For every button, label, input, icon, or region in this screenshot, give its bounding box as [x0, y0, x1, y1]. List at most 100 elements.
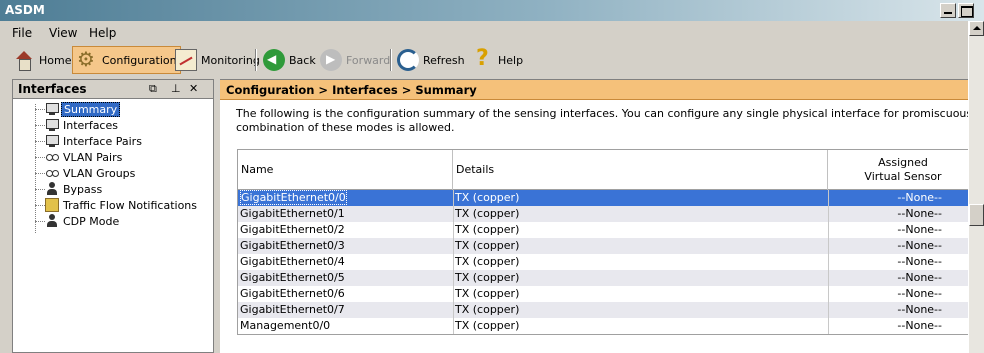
cell-virtual-sensor: --None--	[897, 303, 942, 316]
tree-item-bypass[interactable]: Bypass	[35, 181, 104, 197]
menu-file[interactable]: File	[12, 26, 32, 40]
cell-details: TX (copper)	[455, 191, 520, 204]
home-label: Home	[39, 53, 72, 67]
back-button[interactable]: Back	[260, 46, 319, 74]
cell-details: TX (copper)	[455, 207, 520, 220]
cell-name: Management0/0	[240, 319, 331, 332]
cell-name: GigabitEthernet0/0	[240, 190, 347, 205]
pin-icon[interactable]: ⊥	[171, 82, 181, 95]
monitoring-label: Monitoring	[201, 53, 260, 67]
table-row[interactable]: Management0/0 TX (copper) --None--	[238, 318, 968, 334]
cell-name: GigabitEthernet0/7	[240, 303, 345, 316]
refresh-button[interactable]: Refresh	[394, 46, 468, 74]
tree-item-label: Summary	[61, 101, 121, 117]
tree-item-vlan-pairs[interactable]: VLAN Pairs	[35, 149, 124, 165]
vertical-scrollbar[interactable]	[968, 21, 984, 353]
person-icon	[45, 214, 59, 228]
back-label: Back	[289, 53, 316, 67]
cell-details: TX (copper)	[455, 223, 520, 236]
configuration-button[interactable]: Configuration	[72, 46, 181, 74]
menu-help[interactable]: Help	[89, 26, 116, 40]
tree-item-interface-pairs[interactable]: Interface Pairs	[35, 133, 144, 149]
breadcrumb: Configuration > Interfaces > Summary	[226, 83, 477, 97]
column-divider	[453, 302, 454, 318]
tree-item-summary[interactable]: Summary	[35, 101, 121, 117]
column-header-name[interactable]: Name	[238, 150, 453, 190]
cell-name: GigabitEthernet0/6	[240, 287, 345, 300]
table-row[interactable]: GigabitEthernet0/4 TX (copper) --None--	[238, 254, 968, 270]
home-icon	[13, 49, 35, 71]
help-label: Help	[498, 53, 524, 67]
forward-arrow-icon	[320, 49, 342, 71]
monitor-person-icon	[45, 118, 59, 132]
cell-details: TX (copper)	[455, 271, 520, 284]
monitoring-button[interactable]: Monitoring	[172, 46, 263, 74]
app-shell: File View Help Home Configuration Monito…	[0, 21, 984, 353]
configuration-label: Configuration	[102, 53, 177, 67]
cell-virtual-sensor: --None--	[897, 287, 942, 300]
tree-item-traffic-flow-notifications[interactable]: Traffic Flow Notifications	[35, 197, 199, 213]
flow-icon	[45, 198, 59, 212]
tree-item-vlan-groups[interactable]: VLAN Groups	[35, 165, 137, 181]
tree-item-cdp-mode[interactable]: CDP Mode	[35, 213, 121, 229]
cell-details: TX (copper)	[455, 239, 520, 252]
menu-view[interactable]: View	[49, 26, 77, 40]
tree-item-label: VLAN Pairs	[63, 150, 123, 164]
table-row[interactable]: GigabitEthernet0/6 TX (copper) --None--	[238, 286, 968, 302]
cell-name: GigabitEthernet0/3	[240, 239, 345, 252]
page-description: The following is the configuration summa…	[236, 107, 968, 135]
help-icon	[472, 46, 494, 71]
description-line: The following is the configuration summa…	[236, 107, 968, 120]
interfaces-panel: Interfaces ⧉ ⊥ ✕ Summary Interfaces Inte…	[12, 79, 214, 353]
cell-details: TX (copper)	[455, 319, 520, 332]
content-panel: Configuration > Interfaces > Summary The…	[220, 79, 968, 353]
panel-title: Interfaces	[18, 82, 87, 96]
scroll-thumb[interactable]	[969, 204, 984, 226]
tree-item-interfaces[interactable]: Interfaces	[35, 117, 120, 133]
toolbar-separator	[390, 49, 392, 71]
tree-item-label: VLAN Groups	[63, 166, 136, 180]
cell-details: TX (copper)	[455, 303, 520, 316]
cell-name: GigabitEthernet0/5	[240, 271, 345, 284]
cell-details: TX (copper)	[455, 255, 520, 268]
monitor-pair-icon	[45, 134, 59, 148]
cell-virtual-sensor: --None--	[897, 239, 942, 252]
forward-button[interactable]: Forward	[317, 46, 393, 74]
panel-header: Interfaces ⧉ ⊥ ✕	[13, 80, 213, 99]
refresh-icon	[397, 49, 419, 71]
scroll-up-button[interactable]	[969, 21, 984, 36]
cell-details: TX (copper)	[455, 287, 520, 300]
column-header-details[interactable]: Details	[453, 150, 828, 190]
column-header-line: Virtual Sensor	[864, 170, 942, 183]
maximize-button[interactable]	[958, 3, 974, 18]
cell-name: GigabitEthernet0/1	[240, 207, 345, 220]
window-title: ASDM	[5, 3, 45, 17]
table-header: Name Details Assigned Virtual Sensor	[238, 150, 968, 190]
link-icon	[45, 150, 59, 164]
help-button[interactable]: Help	[469, 46, 526, 74]
close-icon[interactable]: ✕	[189, 82, 198, 95]
monitor-icon	[45, 102, 59, 116]
back-arrow-icon	[263, 49, 285, 71]
forward-label: Forward	[346, 53, 391, 67]
table-row[interactable]: GigabitEthernet0/5 TX (copper) --None--	[238, 270, 968, 286]
column-divider	[453, 190, 454, 206]
table-row[interactable]: GigabitEthernet0/3 TX (copper) --None--	[238, 238, 968, 254]
interfaces-summary-table: Name Details Assigned Virtual Sensor Gig…	[237, 149, 968, 335]
table-row[interactable]: GigabitEthernet0/0 TX (copper) --None--	[238, 190, 968, 206]
minimize-button[interactable]	[940, 3, 956, 18]
gears-icon	[76, 47, 98, 71]
home-button[interactable]: Home	[10, 46, 74, 74]
table-row[interactable]: GigabitEthernet0/2 TX (copper) --None--	[238, 222, 968, 238]
description-line: combination of these modes is allowed.	[236, 121, 455, 134]
table-row[interactable]: GigabitEthernet0/1 TX (copper) --None--	[238, 206, 968, 222]
tree-item-label: CDP Mode	[63, 214, 120, 228]
monitoring-icon	[175, 49, 197, 71]
column-divider	[453, 318, 454, 334]
table-row[interactable]: GigabitEthernet0/7 TX (copper) --None--	[238, 302, 968, 318]
cell-virtual-sensor: --None--	[897, 191, 942, 204]
float-panel-icon[interactable]: ⧉	[149, 82, 157, 96]
column-header-virtual-sensor[interactable]: Assigned Virtual Sensor	[828, 150, 968, 190]
cell-name: GigabitEthernet0/4	[240, 255, 345, 268]
person-icon	[45, 182, 59, 196]
